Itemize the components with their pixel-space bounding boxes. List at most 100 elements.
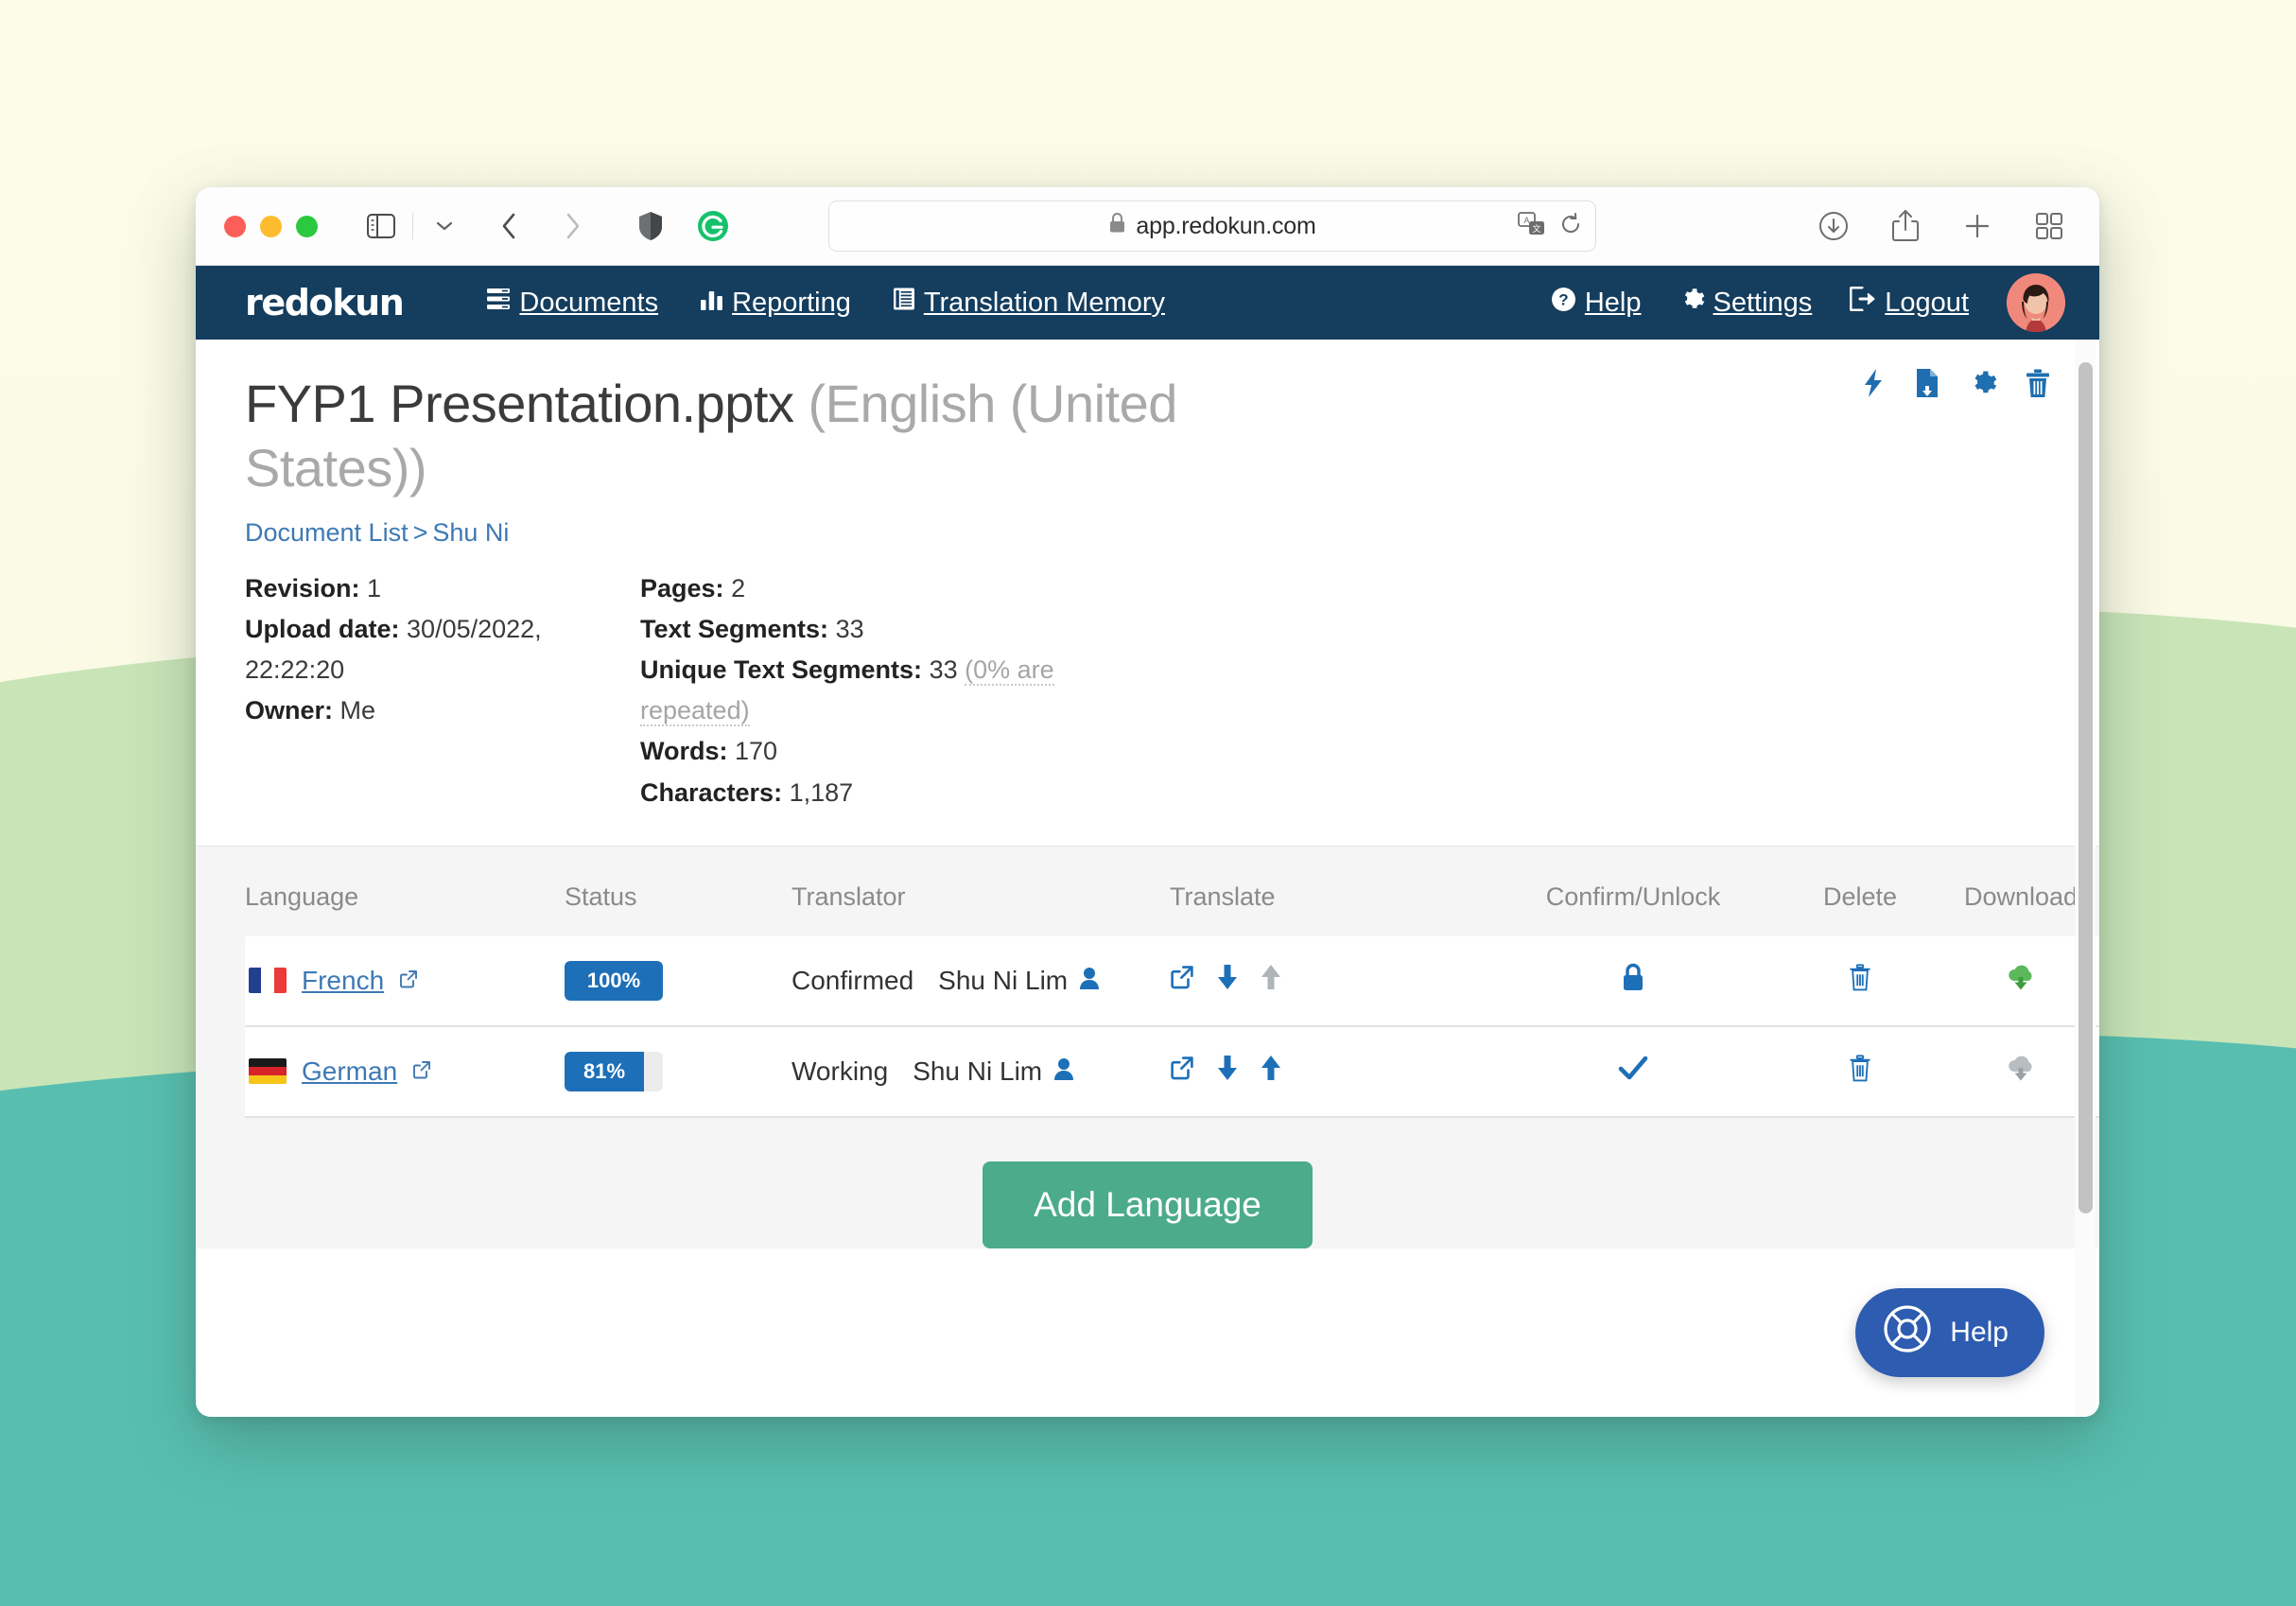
svg-text:文: 文: [1532, 223, 1540, 234]
user-icon[interactable]: [1079, 966, 1100, 996]
address-bar[interactable]: app.redokun.com A 文: [828, 201, 1596, 252]
user-avatar[interactable]: [2007, 273, 2065, 332]
language-link-french[interactable]: French: [302, 966, 384, 996]
breadcrumb-document-list[interactable]: Document List: [245, 518, 409, 548]
cell-confirm: [1482, 1025, 1784, 1118]
languages-table: Language Status Translator Translate Con…: [245, 882, 2099, 1118]
window-traffic-lights[interactable]: [224, 215, 318, 237]
svg-text:A: A: [1523, 216, 1529, 225]
translator-name: Shu Ni Lim: [913, 1056, 1043, 1086]
help-widget-button[interactable]: Help: [1855, 1288, 2044, 1377]
metadata-column-right: Pages: 2 Text Segments: 33 Unique Text S…: [640, 568, 1085, 813]
document-filename: FYP1 Presentation.pptx: [245, 374, 794, 433]
user-icon[interactable]: [1053, 1056, 1074, 1087]
status-text: Confirmed: [791, 965, 914, 995]
add-language-wrapper: Add Language: [245, 1118, 2050, 1248]
page-viewport: redokun Documents Reporting Translation …: [196, 266, 2099, 1417]
cloud-download-icon: [2007, 1056, 2035, 1087]
meta-owner: Owner: Me: [245, 696, 376, 725]
page-scrollbar-thumb[interactable]: [2079, 362, 2093, 1213]
external-link-icon[interactable]: [412, 1056, 431, 1086]
cloud-download-icon[interactable]: [2007, 965, 2035, 996]
add-language-button[interactable]: Add Language: [983, 1161, 1313, 1248]
progress-label: 100%: [586, 968, 641, 992]
trash-icon[interactable]: [2026, 369, 2050, 403]
th-delete: Delete: [1822, 882, 1898, 911]
external-link-icon[interactable]: [399, 966, 418, 995]
app-navbar: redokun Documents Reporting Translation …: [196, 266, 2099, 340]
help-widget-label: Help: [1950, 1317, 2009, 1348]
nav-label-logout: Logout: [1885, 287, 1969, 318]
toolbar-divider: [412, 213, 413, 239]
translator-group: Shu Ni Lim: [913, 1056, 1074, 1087]
nav-item-translation-memory[interactable]: Translation Memory: [893, 287, 1165, 319]
maximize-window-button[interactable]: [296, 215, 318, 237]
check-icon[interactable]: [1618, 1056, 1648, 1087]
url-text-group: app.redokun.com: [1108, 212, 1316, 240]
breadcrumb-current[interactable]: Shu Ni: [432, 518, 509, 548]
download-arrow-icon[interactable]: [1217, 964, 1238, 997]
language-link-german[interactable]: German: [302, 1056, 397, 1087]
bar-chart-icon: [700, 288, 723, 319]
nav-item-settings[interactable]: Settings: [1679, 287, 1813, 320]
file-upload-icon[interactable]: [1914, 368, 1940, 403]
back-arrow-icon[interactable]: [487, 204, 531, 248]
tab-overview-icon[interactable]: [2027, 204, 2071, 248]
share-icon[interactable]: [1884, 204, 1927, 248]
nav-label-reporting: Reporting: [732, 287, 851, 318]
page-translate-icon[interactable]: A 文: [1518, 211, 1546, 241]
browser-right-actions: [1783, 204, 2071, 248]
redokun-logo[interactable]: redokun: [245, 282, 405, 323]
address-bar-actions: A 文: [1518, 201, 1582, 251]
progress-bar: 81%: [565, 1051, 663, 1091]
gear-icon: [1679, 287, 1705, 320]
documents-icon: [486, 287, 511, 319]
cell-translate-actions: [1170, 935, 1482, 1027]
svg-text:?: ?: [1558, 290, 1568, 308]
cell-status: 100%: [519, 935, 791, 1027]
chevron-down-icon[interactable]: [423, 204, 466, 248]
document-header: FYP1 Presentation.pptx (English (United …: [196, 340, 2099, 548]
close-window-button[interactable]: [224, 215, 246, 237]
gear-icon[interactable]: [1969, 369, 1997, 402]
cell-language: French: [245, 935, 519, 1027]
translator-name: Shu Ni Lim: [938, 965, 1069, 995]
cell-translator: Confirmed Shu Ni Lim: [791, 935, 1170, 1027]
lock-icon[interactable]: [1621, 963, 1645, 998]
nav-item-logout[interactable]: Logout: [1849, 286, 1969, 319]
cell-delete: [1784, 1025, 1936, 1118]
nav-label-help: Help: [1584, 287, 1642, 318]
forward-arrow-icon[interactable]: [551, 204, 595, 248]
progress-label: 81%: [583, 1058, 626, 1083]
browser-window: app.redokun.com A 文 redokun Documents Re…: [196, 187, 2099, 1417]
lifebuoy-icon: [1882, 1303, 1933, 1362]
trash-icon[interactable]: [1849, 1055, 1871, 1088]
trash-icon[interactable]: [1849, 964, 1871, 997]
reload-icon[interactable]: [1559, 212, 1582, 241]
cell-status: 81%: [519, 1025, 791, 1118]
question-circle-icon: ?: [1551, 287, 1576, 320]
sidebar-toggle-icon[interactable]: [359, 204, 403, 248]
flag-germany-icon: [249, 1058, 287, 1085]
new-tab-icon[interactable]: [1956, 204, 1999, 248]
languages-section: Language Status Translator Translate Con…: [196, 845, 2099, 1248]
nav-label-settings: Settings: [1713, 287, 1813, 318]
upload-arrow-icon[interactable]: [1261, 1055, 1281, 1088]
privacy-shield-icon[interactable]: [629, 204, 672, 248]
minimize-window-button[interactable]: [260, 215, 282, 237]
open-editor-icon[interactable]: [1170, 965, 1194, 996]
grammarly-extension-icon[interactable]: [691, 204, 735, 248]
nav-item-help[interactable]: ? Help: [1551, 287, 1642, 320]
browser-toolbar: app.redokun.com A 文: [196, 187, 2099, 266]
lightning-bolt-icon[interactable]: [1861, 368, 1886, 403]
nav-item-documents[interactable]: Documents: [486, 287, 658, 319]
logout-icon: [1849, 286, 1876, 319]
nav-item-reporting[interactable]: Reporting: [700, 288, 851, 319]
table-header: Language Status Translator Translate Con…: [245, 882, 2099, 936]
meta-pages: Pages: 2: [640, 573, 746, 602]
open-editor-icon[interactable]: [1170, 1056, 1194, 1087]
downloads-icon[interactable]: [1812, 204, 1855, 248]
download-arrow-icon[interactable]: [1217, 1055, 1238, 1088]
breadcrumb-separator: >: [412, 517, 428, 547]
page-scrollbar[interactable]: [2075, 340, 2096, 1417]
